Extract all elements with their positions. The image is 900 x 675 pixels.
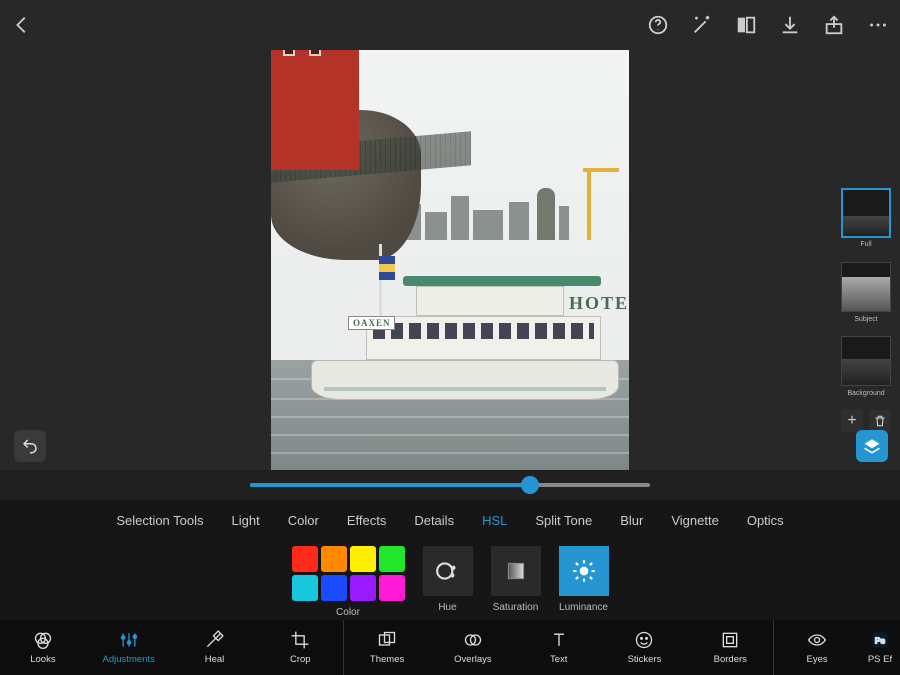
- tool-label: Heal: [205, 654, 225, 665]
- tool-label: Borders: [714, 654, 747, 665]
- mask-delete-button[interactable]: [869, 410, 891, 432]
- mask-label: Subject: [842, 316, 890, 323]
- adjust-cat-effects[interactable]: Effects: [347, 513, 387, 528]
- adjust-cat-hsl[interactable]: HSL: [482, 513, 507, 528]
- color-label: Color: [336, 607, 360, 618]
- mask-label: Full: [843, 241, 889, 248]
- tool-text[interactable]: Text: [516, 620, 602, 675]
- adjust-cat-color[interactable]: Color: [288, 513, 319, 528]
- hue-block: Hue: [423, 546, 473, 613]
- tool-psef[interactable]: Ps PS Ef: [860, 620, 900, 675]
- color-swatch-5[interactable]: [321, 575, 347, 601]
- color-swatch-3[interactable]: [379, 546, 405, 572]
- luminance-block: Luminance: [559, 546, 609, 613]
- canvas-area: OAXEN HOTE: [0, 0, 900, 470]
- tool-borders[interactable]: Borders: [687, 620, 773, 675]
- color-swatch-6[interactable]: [350, 575, 376, 601]
- adjust-cat-split-tone[interactable]: Split Tone: [535, 513, 592, 528]
- color-swatch-7[interactable]: [379, 575, 405, 601]
- tool-label: Themes: [370, 654, 404, 665]
- share-icon[interactable]: [822, 13, 846, 37]
- color-swatch-0[interactable]: [292, 546, 318, 572]
- adjust-cat-blur[interactable]: Blur: [620, 513, 643, 528]
- hue-tile[interactable]: [423, 546, 473, 596]
- hsl-controls: Color Hue Saturation Luminance: [0, 540, 900, 620]
- photo-editor-app: OAXEN HOTE: [0, 0, 900, 675]
- mask-thumb-background[interactable]: Background: [841, 336, 891, 386]
- saturation-block: Saturation: [491, 546, 541, 613]
- color-swatch-1[interactable]: [321, 546, 347, 572]
- skyline: [391, 180, 629, 240]
- tool-label: Eyes: [807, 654, 828, 665]
- tool-themes[interactable]: Themes: [344, 620, 430, 675]
- mask-thumb-full[interactable]: Full: [841, 188, 891, 238]
- tool-label: Adjustments: [103, 654, 155, 665]
- adjust-cat-details[interactable]: Details: [414, 513, 454, 528]
- luminance-tile[interactable]: [559, 546, 609, 596]
- top-toolbar: [0, 0, 900, 50]
- undo-button[interactable]: [14, 430, 46, 462]
- compare-icon[interactable]: [734, 13, 758, 37]
- adjust-cat-selection-tools[interactable]: Selection Tools: [116, 513, 203, 528]
- tool-label: Crop: [290, 654, 311, 665]
- tool-looks[interactable]: Looks: [0, 620, 86, 675]
- tool-overlays[interactable]: Overlays: [430, 620, 516, 675]
- adjust-cat-vignette[interactable]: Vignette: [671, 513, 718, 528]
- luminance-slider[interactable]: [250, 483, 650, 487]
- adjust-cat-light[interactable]: Light: [232, 513, 260, 528]
- saturation-label: Saturation: [493, 602, 539, 613]
- more-icon[interactable]: [866, 13, 890, 37]
- boat-sign: OAXEN: [348, 316, 396, 330]
- bottom-toolbar: Looks Adjustments Heal Crop Themes Overlays Te…: [0, 620, 900, 675]
- boat: OAXEN HOTE: [311, 260, 619, 400]
- mask-add-button[interactable]: +: [841, 410, 863, 432]
- color-swatch-2[interactable]: [350, 546, 376, 572]
- adjust-cat-optics[interactable]: Optics: [747, 513, 784, 528]
- svg-text:Ps: Ps: [875, 635, 886, 645]
- tool-adjustments[interactable]: Adjustments: [86, 620, 172, 675]
- tool-label: Overlays: [454, 654, 491, 665]
- mask-panel: Full Subject Background +: [838, 188, 894, 432]
- mask-label: Background: [842, 390, 890, 397]
- luminance-label: Luminance: [559, 602, 608, 613]
- value-slider-strip: [0, 470, 900, 500]
- color-swatch-4[interactable]: [292, 575, 318, 601]
- tool-label: Stickers: [628, 654, 662, 665]
- tool-eyes[interactable]: Eyes: [774, 620, 860, 675]
- layers-button[interactable]: [856, 430, 888, 462]
- tool-label: Looks: [30, 654, 55, 665]
- boat-side-text: HOTE: [569, 293, 629, 314]
- mask-thumb-subject[interactable]: Subject: [841, 262, 891, 312]
- color-swatch-block: Color: [292, 546, 405, 618]
- tool-label: PS Ef: [868, 654, 892, 665]
- tool-crop[interactable]: Crop: [257, 620, 343, 675]
- hue-label: Hue: [438, 602, 456, 613]
- auto-enhance-icon[interactable]: [690, 13, 714, 37]
- adjustment-category-tabs: Selection Tools Light Color Effects Details H…: [0, 500, 900, 540]
- photo-preview[interactable]: OAXEN HOTE: [271, 0, 629, 470]
- tool-heal[interactable]: Heal: [172, 620, 258, 675]
- back-button[interactable]: [10, 13, 34, 37]
- tool-label: Text: [550, 654, 567, 665]
- download-icon[interactable]: [778, 13, 802, 37]
- help-icon[interactable]: [646, 13, 670, 37]
- saturation-tile[interactable]: [491, 546, 541, 596]
- tool-stickers[interactable]: Stickers: [602, 620, 688, 675]
